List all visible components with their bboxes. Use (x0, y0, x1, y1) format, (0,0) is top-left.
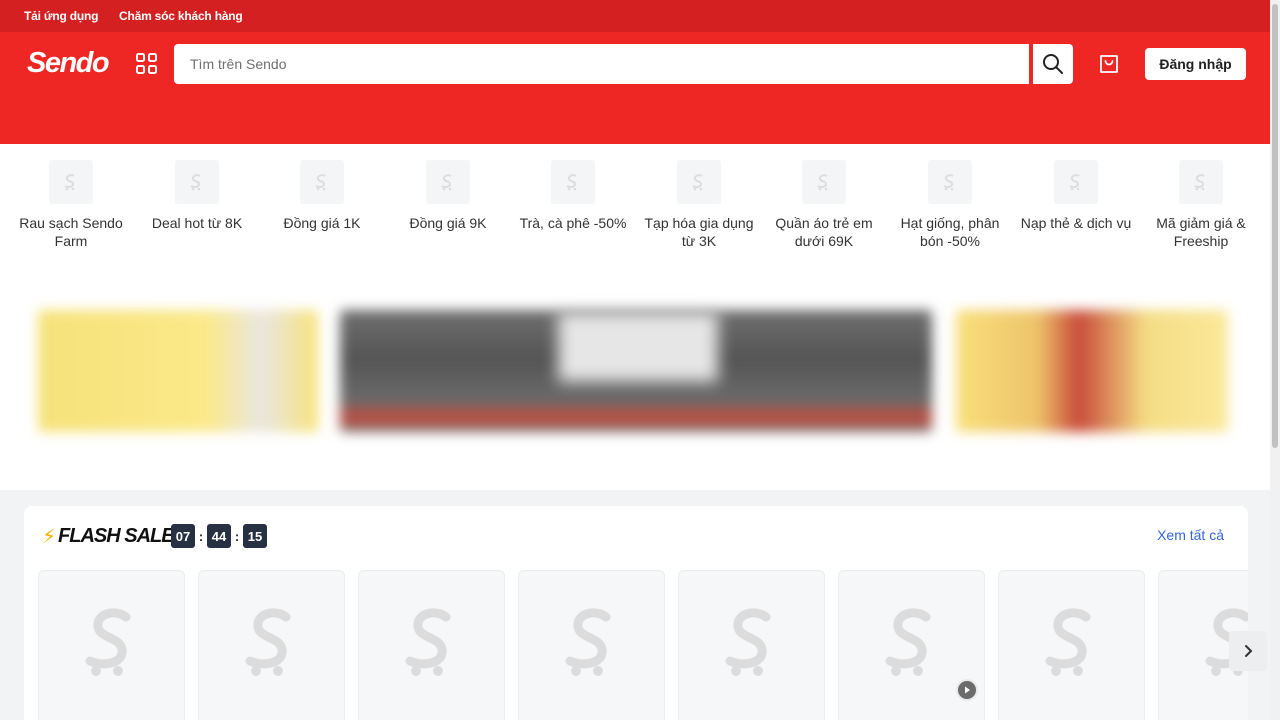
category-item[interactable]: Quần áo trẻ em dưới 69K (764, 160, 884, 250)
flash-sale-title: FLASH SALE (58, 525, 175, 547)
category-label: Trà, cà phê -50% (519, 215, 627, 231)
product-card[interactable] (678, 570, 825, 720)
category-item[interactable]: Trà, cà phê -50% (513, 160, 633, 232)
top-bar: Tải ứng dụng Chăm sóc khách hàng (0, 0, 1270, 32)
product-card[interactable] (998, 570, 1145, 720)
category-item[interactable]: Mã giảm giá & Freeship (1141, 160, 1261, 250)
timer-separator: : (234, 528, 240, 544)
category-thumbnail (1179, 160, 1223, 204)
chevron-right-icon (1245, 645, 1253, 657)
product-image-placeholder (722, 607, 782, 679)
category-thumbnail (426, 160, 470, 204)
play-icon[interactable] (956, 679, 978, 701)
category-thumbnail (802, 160, 846, 204)
flash-sale-section: ⚡ FLASH SALE 07 : 44 : 15 Xem tất cả (24, 506, 1248, 720)
app-download-link[interactable]: Tải ứng dụng (24, 9, 98, 23)
category-label: Quần áo trẻ em dưới 69K (775, 215, 873, 249)
carousel-next-button[interactable] (1229, 631, 1267, 671)
lightning-icon: ⚡ (42, 526, 57, 548)
product-image-placeholder (242, 607, 302, 679)
product-card[interactable] (38, 570, 185, 720)
category-label: Tạp hóa gia dụng từ 3K (644, 215, 754, 249)
timer-seconds: 15 (243, 524, 267, 548)
category-label: Đồng giá 9K (409, 215, 487, 231)
product-card[interactable] (358, 570, 505, 720)
search-button[interactable] (1033, 44, 1073, 84)
category-item[interactable]: Đồng giá 1K (262, 160, 382, 232)
category-item[interactable]: Tạp hóa gia dụng từ 3K (639, 160, 759, 250)
cart-icon[interactable] (1097, 52, 1121, 76)
category-label: Nạp thẻ & dịch vụ (1020, 215, 1132, 231)
category-label: Hạt giống, phân bón -50% (900, 215, 1000, 249)
banner-center-highlight (558, 312, 718, 382)
category-thumbnail (1054, 160, 1098, 204)
category-item[interactable]: Đồng giá 9K (388, 160, 508, 232)
product-image-placeholder (402, 607, 462, 679)
product-image-placeholder (82, 607, 142, 679)
page-scrollbar[interactable] (1270, 0, 1280, 720)
category-grid-icon[interactable] (136, 53, 157, 74)
category-item[interactable]: Hạt giống, phân bón -50% (890, 160, 1010, 250)
timer-minutes: 44 (207, 524, 231, 548)
timer-hours: 07 (171, 524, 195, 548)
category-thumbnail (175, 160, 219, 204)
flash-sale-logo: ⚡ FLASH SALE (42, 524, 175, 549)
category-item[interactable]: Deal hot từ 8K (137, 160, 257, 232)
product-image-placeholder (1042, 607, 1102, 679)
product-image-placeholder (562, 607, 622, 679)
countdown-timer: 07 : 44 : 15 (171, 524, 267, 548)
timer-separator: : (198, 528, 204, 544)
category-thumbnail (49, 160, 93, 204)
search-icon (1043, 54, 1063, 74)
banner-left[interactable] (38, 310, 318, 432)
category-label: Mã giảm giá & Freeship (1156, 215, 1246, 249)
scrollbar-thumb[interactable] (1272, 4, 1278, 448)
product-card[interactable] (518, 570, 665, 720)
login-button[interactable]: Đăng nhập (1145, 48, 1246, 80)
category-label: Rau sạch Sendo Farm (19, 215, 123, 249)
banner-right[interactable] (956, 310, 1228, 432)
category-thumbnail (677, 160, 721, 204)
banner-carousel[interactable] (38, 300, 1238, 440)
product-card[interactable] (838, 570, 985, 720)
category-item[interactable]: Nạp thẻ & dịch vụ (1016, 160, 1136, 232)
category-thumbnail (300, 160, 344, 204)
sendo-logo[interactable]: Sendo (27, 47, 110, 80)
customer-care-link[interactable]: Chăm sóc khách hàng (119, 9, 243, 23)
product-image-placeholder (882, 607, 942, 679)
category-label: Deal hot từ 8K (151, 215, 243, 231)
header: Sendo Đăng nhập (0, 32, 1270, 144)
category-thumbnail (928, 160, 972, 204)
category-item[interactable]: Rau sạch Sendo Farm (11, 160, 131, 250)
category-label: Đồng giá 1K (283, 215, 361, 231)
search-input[interactable] (174, 44, 1029, 84)
product-card[interactable] (198, 570, 345, 720)
see-all-link[interactable]: Xem tất cả (1157, 527, 1224, 543)
category-thumbnail (551, 160, 595, 204)
